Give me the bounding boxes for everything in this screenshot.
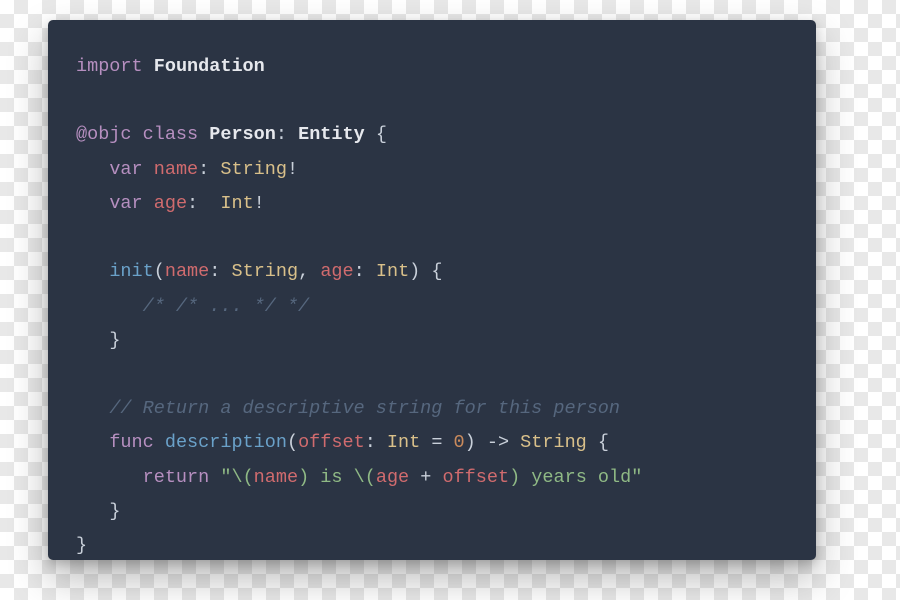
- type-string: String: [220, 159, 287, 180]
- code-editor[interactable]: import Foundation @objc class Person: En…: [48, 20, 816, 560]
- property-age: age: [154, 193, 187, 214]
- block-comment: /* /* ... */ */: [143, 296, 310, 317]
- type-int: Int: [376, 261, 409, 282]
- interp-offset: offset: [442, 467, 509, 488]
- func-name: description: [165, 432, 287, 453]
- interp-name: name: [254, 467, 298, 488]
- keyword-var: var: [109, 193, 142, 214]
- param-age: age: [320, 261, 353, 282]
- keyword-return: return: [143, 467, 210, 488]
- type-string: String: [231, 261, 298, 282]
- number-literal: 0: [454, 432, 465, 453]
- attribute-objc: @objc: [76, 124, 132, 145]
- keyword-func: func: [109, 432, 153, 453]
- superclass-name: Entity: [298, 124, 365, 145]
- code-block: import Foundation @objc class Person: En…: [76, 50, 788, 560]
- keyword-import: import: [76, 56, 143, 77]
- type-string: String: [520, 432, 587, 453]
- line-comment: // Return a descriptive string for this …: [109, 398, 620, 419]
- module-name: Foundation: [154, 56, 265, 77]
- type-int: Int: [387, 432, 420, 453]
- string-literal: "\(: [220, 467, 253, 488]
- property-name: name: [154, 159, 198, 180]
- keyword-var: var: [109, 159, 142, 180]
- string-literal: is: [309, 467, 353, 488]
- keyword-class: class: [143, 124, 199, 145]
- type-int: Int: [220, 193, 253, 214]
- class-name: Person: [209, 124, 276, 145]
- interp-age: age: [376, 467, 409, 488]
- string-literal: years old: [520, 467, 631, 488]
- init-keyword: init: [109, 261, 153, 282]
- param-offset: offset: [298, 432, 365, 453]
- param-name: name: [165, 261, 209, 282]
